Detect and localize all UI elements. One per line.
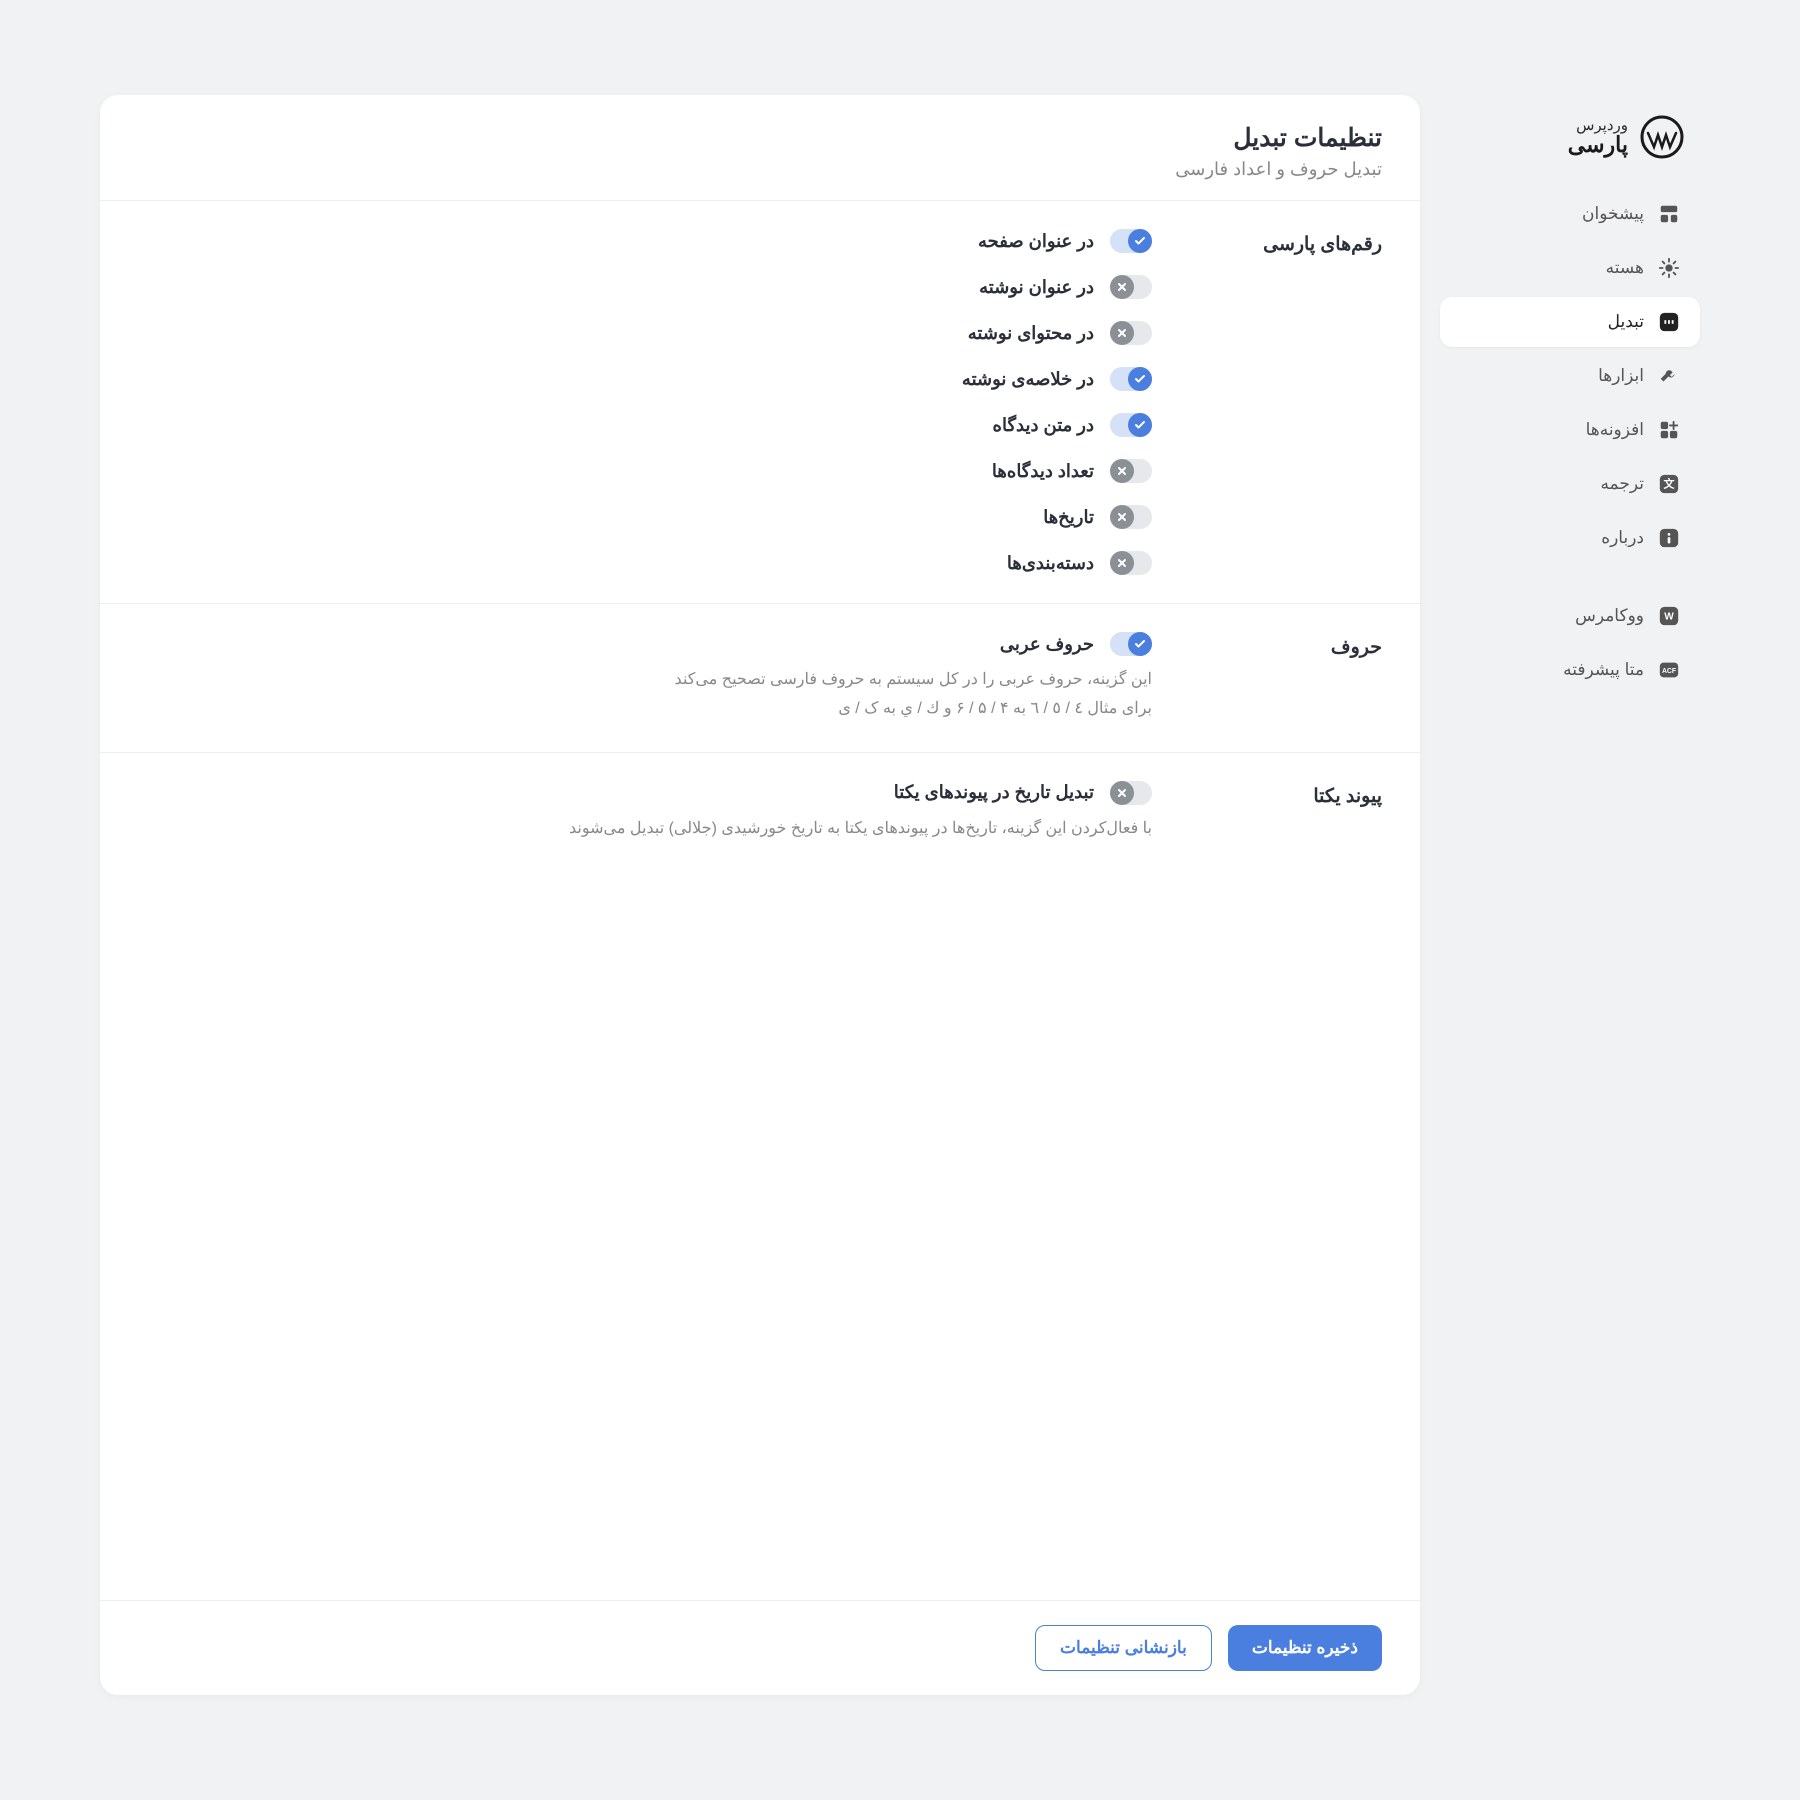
- check-icon: [1128, 632, 1152, 656]
- x-icon: [1110, 505, 1134, 529]
- settings-sections: رقم‌های پارسی در عنوان صفحه در عنوان نوشت…: [100, 200, 1420, 1600]
- nav-label: متا پیشرفته: [1563, 660, 1644, 680]
- toggle-label: حروف عربی: [1000, 634, 1094, 655]
- toggle-label: در محتوای نوشته: [968, 323, 1094, 344]
- toggle-label: در عنوان صفحه: [978, 231, 1094, 252]
- nav: پیشخوان هسته تبدیل ابزارها افزونه‌ها 文 ت…: [1440, 189, 1700, 695]
- nav-label: افزونه‌ها: [1586, 420, 1644, 440]
- tools-icon: [1658, 365, 1680, 387]
- svg-text:W: W: [1664, 612, 1674, 623]
- x-icon: [1110, 551, 1134, 575]
- section-digits: رقم‌های پارسی در عنوان صفحه در عنوان نوشت…: [100, 200, 1420, 603]
- toggle-row: دسته‌بندی‌ها: [138, 551, 1152, 575]
- toggle-switch[interactable]: [1110, 321, 1152, 345]
- page-subtitle: تبدیل حروف و اعداد فارسی: [138, 159, 1382, 180]
- section-description: این گزینه، حروف عربی را در کل سیستم به ح…: [138, 666, 1152, 724]
- toggle-switch[interactable]: [1110, 275, 1152, 299]
- page-header: تنظیمات تبدیل تبدیل حروف و اعداد فارسی: [100, 95, 1420, 200]
- toggle-label: تعداد دیدگاه‌ها: [992, 461, 1094, 482]
- nav-item-convert[interactable]: تبدیل: [1440, 297, 1700, 347]
- toggle-switch[interactable]: [1110, 505, 1152, 529]
- nav-item-addons[interactable]: افزونه‌ها: [1440, 405, 1700, 455]
- footer: ذخیره تنظیمات بازنشانی تنظیمات: [100, 1600, 1420, 1695]
- svg-text:ACF: ACF: [1662, 668, 1676, 675]
- nav-item-woocommerce[interactable]: W ووکامرس: [1440, 591, 1700, 641]
- x-icon: [1110, 781, 1134, 805]
- core-icon: [1658, 257, 1680, 279]
- logo-icon: [1640, 115, 1684, 159]
- nav-label: ترجمه: [1600, 474, 1644, 494]
- save-button[interactable]: ذخیره تنظیمات: [1228, 1625, 1382, 1671]
- reset-button[interactable]: بازنشانی تنظیمات: [1035, 1625, 1212, 1671]
- nav-item-core[interactable]: هسته: [1440, 243, 1700, 293]
- logo: وردپرس پارسی: [1440, 105, 1700, 189]
- nav-item-translate[interactable]: 文 ترجمه: [1440, 459, 1700, 509]
- toggle-label: تاریخ‌ها: [1043, 507, 1094, 528]
- x-icon: [1110, 459, 1134, 483]
- page-title: تنظیمات تبدیل: [138, 123, 1382, 153]
- nav-label: ووکامرس: [1575, 606, 1644, 626]
- section-description: با فعال‌کردن این گزینه، تاریخ‌ها در پیون…: [138, 815, 1152, 844]
- toggle-label: در خلاصه‌ی نوشته: [962, 369, 1094, 390]
- nav-item-dashboard[interactable]: پیشخوان: [1440, 189, 1700, 239]
- toggle-label: دسته‌بندی‌ها: [1007, 553, 1094, 574]
- section-label: پیوند یکتا: [1182, 781, 1382, 844]
- check-icon: [1128, 229, 1152, 253]
- info-icon: [1658, 527, 1680, 549]
- toggle-label: در عنوان نوشته: [979, 277, 1094, 298]
- content-panel: تنظیمات تبدیل تبدیل حروف و اعداد فارسی ر…: [100, 95, 1420, 1695]
- nav-label: پیشخوان: [1582, 204, 1644, 224]
- toggle-row: در عنوان صفحه: [138, 229, 1152, 253]
- check-icon: [1128, 367, 1152, 391]
- convert-icon: [1658, 311, 1680, 333]
- toggle-switch[interactable]: [1110, 413, 1152, 437]
- toggle-row: حروف عربی: [138, 632, 1152, 656]
- toggle-row: تاریخ‌ها: [138, 505, 1152, 529]
- toggle-switch[interactable]: [1110, 632, 1152, 656]
- toggle-row: در محتوای نوشته: [138, 321, 1152, 345]
- toggle-switch[interactable]: [1110, 551, 1152, 575]
- toggle-switch[interactable]: [1110, 459, 1152, 483]
- nav-label: تبدیل: [1608, 312, 1644, 332]
- x-icon: [1110, 275, 1134, 299]
- section-letters: حروف حروف عربی این گزینه، حروف عربی را د…: [100, 603, 1420, 752]
- logo-text-bottom: پارسی: [1568, 132, 1628, 158]
- toggle-switch[interactable]: [1110, 781, 1152, 805]
- x-icon: [1110, 321, 1134, 345]
- section-label: حروف: [1182, 632, 1382, 724]
- toggle-row: در خلاصه‌ی نوشته: [138, 367, 1152, 391]
- dashboard-icon: [1658, 203, 1680, 225]
- app-window: وردپرس پارسی پیشخوان هسته تبدیل ابزارها: [80, 75, 1720, 1715]
- toggle-row: تعداد دیدگاه‌ها: [138, 459, 1152, 483]
- toggle-row: در متن دیدگاه: [138, 413, 1152, 437]
- acf-icon: ACF: [1658, 659, 1680, 681]
- check-icon: [1128, 413, 1152, 437]
- section-permalink: پیوند یکتا تبدیل تاریخ در پیوندهای یکتا …: [100, 752, 1420, 872]
- toggle-label: در متن دیدگاه: [993, 415, 1094, 436]
- section-label: رقم‌های پارسی: [1182, 229, 1382, 575]
- nav-label: هسته: [1606, 258, 1644, 278]
- toggle-switch[interactable]: [1110, 229, 1152, 253]
- addons-icon: [1658, 419, 1680, 441]
- nav-item-tools[interactable]: ابزارها: [1440, 351, 1700, 401]
- sidebar: وردپرس پارسی پیشخوان هسته تبدیل ابزارها: [1440, 95, 1700, 1695]
- svg-text:文: 文: [1664, 477, 1676, 491]
- woocommerce-icon: W: [1658, 605, 1680, 627]
- toggle-row: تبدیل تاریخ در پیوندهای یکتا: [138, 781, 1152, 805]
- toggle-switch[interactable]: [1110, 367, 1152, 391]
- nav-item-acf[interactable]: ACF متا پیشرفته: [1440, 645, 1700, 695]
- toggle-row: در عنوان نوشته: [138, 275, 1152, 299]
- translate-icon: 文: [1658, 473, 1680, 495]
- toggle-label: تبدیل تاریخ در پیوندهای یکتا: [894, 782, 1094, 803]
- nav-label: درباره: [1601, 528, 1644, 548]
- nav-label: ابزارها: [1598, 366, 1644, 386]
- nav-item-about[interactable]: درباره: [1440, 513, 1700, 563]
